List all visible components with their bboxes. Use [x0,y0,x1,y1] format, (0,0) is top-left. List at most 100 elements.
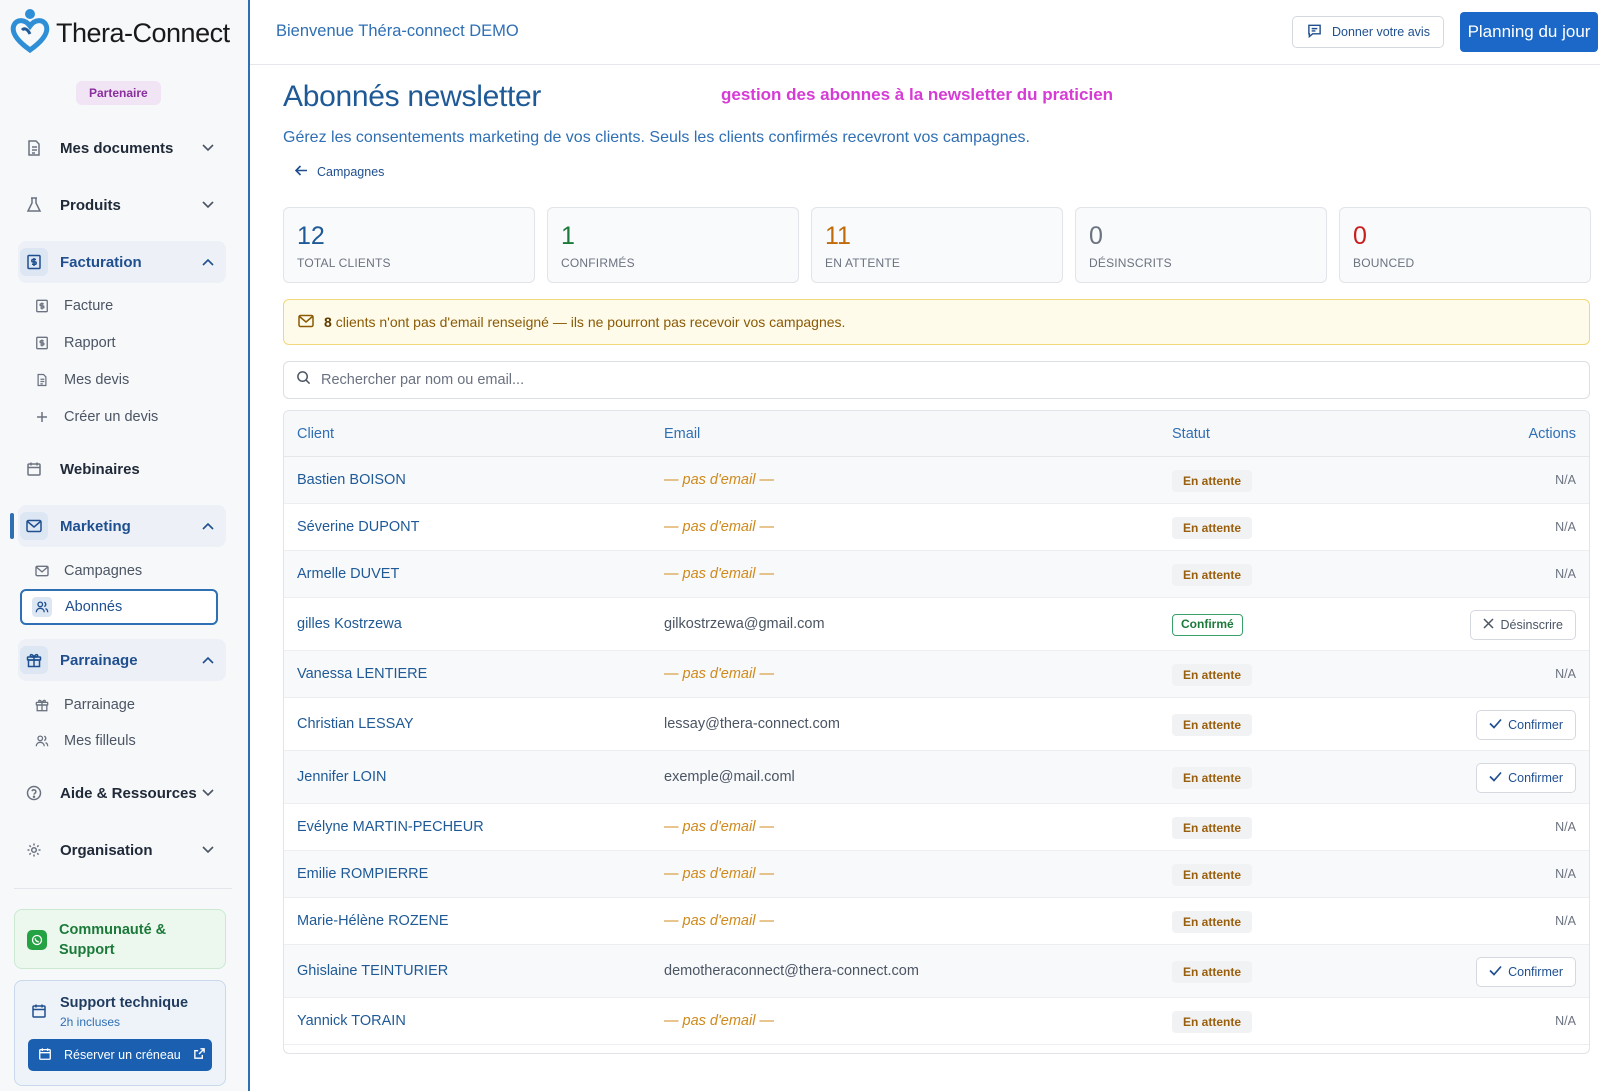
sidebar-subitem-creer-devis[interactable]: Créer un devis [28,400,218,434]
message-icon [1307,23,1322,41]
sidebar: Thera-Connect Partenaire Mes documents P… [0,0,250,1091]
status-badge: En attente [1172,663,1253,686]
search-input[interactable] [321,372,1521,388]
back-to-campaigns-link[interactable]: Campagnes [294,165,384,179]
stat-value: 12 [297,222,325,250]
status-badge: En attente [1172,469,1253,492]
top-bar: Bienvenue Théra-connect DEMO Donner votr… [250,0,1600,65]
mail-icon [20,512,48,540]
page-title: Abonnés newsletter [283,80,542,113]
sidebar-item-label: Aide & Ressources [60,784,197,802]
sidebar-subitem-mes-filleuls[interactable]: Mes filleuls [28,724,218,758]
document-icon [33,371,51,389]
chevron-down-icon [198,195,218,215]
feedback-label: Donner votre avis [1332,25,1430,39]
community-support-card[interactable]: Communauté & Support [14,909,226,969]
sidebar-subitem-parrainage[interactable]: Parrainage [28,688,218,722]
stat-label: EN ATTENTE [825,256,901,270]
sidebar-item-aide-ressources[interactable]: Aide & Ressources [18,772,226,814]
sidebar-item-webinaires[interactable]: Webinaires [18,448,226,490]
sidebar-subitem-label: Mes devis [64,372,130,388]
table-row: Christian LESSAY lessay@thera-connect.com… [284,698,1589,751]
stat-bounced: 0 BOUNCED [1339,207,1591,283]
sidebar-item-mes-documents[interactable]: Mes documents [18,127,226,169]
sidebar-item-label: Organisation [60,841,153,859]
sidebar-item-label: Mes documents [60,139,174,157]
external-link-icon [193,1047,206,1063]
column-header-email[interactable]: Email [664,426,700,442]
client-name[interactable]: Vanessa LENTIERE [297,666,427,682]
client-name[interactable]: Marie-Hélène ROZENE [297,913,449,929]
action-na: N/A [1555,472,1576,487]
arrow-left-icon [294,165,308,179]
client-name[interactable]: Evélyne MARTIN-PECHEUR [297,819,484,835]
support-title: Support technique [60,995,189,1011]
sidebar-item-label: Marketing [60,517,131,535]
invoice-icon [33,297,51,315]
stat-label: CONFIRMÉS [561,256,635,270]
check-icon [1489,965,1502,979]
reserve-slot-label: Réserver un créneau [64,1048,181,1062]
planning-button[interactable]: Planning du jour [1460,12,1598,52]
sidebar-subitem-campagnes[interactable]: Campagnes [28,554,218,588]
logo-text: Thera-Connect [56,17,230,48]
app-logo[interactable]: Thera-Connect [10,8,230,56]
search-icon [296,370,311,390]
table-row: Yannick TORAIN — pas d'email — En attente N… [284,998,1589,1045]
client-name[interactable]: gilles Kostrzewa [297,616,402,632]
search-box[interactable] [283,361,1590,399]
column-header-status[interactable]: Statut [1172,426,1210,442]
sidebar-item-parrainage[interactable]: Parrainage [18,639,226,681]
confirm-button[interactable]: Confirmer [1476,956,1576,987]
client-name[interactable]: Jennifer LOIN [297,769,386,785]
column-header-client[interactable]: Client [297,426,334,442]
sidebar-subitem-facture[interactable]: Facture [28,289,218,323]
client-name[interactable]: Ghislaine TEINTURIER [297,963,448,979]
stat-label: BOUNCED [1353,256,1415,270]
action-label: Désinscrire [1500,617,1563,632]
stat-label: DÉSINSCRITS [1089,256,1172,270]
client-email: — pas d'email — [664,865,774,882]
client-name[interactable]: Emilie ROMPIERRE [297,866,428,882]
gift-icon [20,646,48,674]
table-row: gilles Kostrzewa gilkostrzewa@gmail.com Co… [284,598,1589,651]
feedback-button[interactable]: Donner votre avis [1292,16,1444,48]
client-name[interactable]: Yannick TORAIN [297,1013,406,1029]
sidebar-subitem-mes-devis[interactable]: Mes devis [28,363,218,397]
column-header-actions: Actions [1528,426,1576,442]
sidebar-item-produits[interactable]: Produits [18,184,226,226]
sidebar-item-label: Produits [60,196,121,214]
chevron-down-icon [198,840,218,860]
unsubscribe-button[interactable]: Désinscrire [1470,609,1576,640]
sidebar-subitem-rapport[interactable]: Rapport [28,326,218,360]
action-na: N/A [1555,819,1576,834]
table-row: Vanessa LENTIERE — pas d'email — En attent… [284,651,1589,698]
status-badge: En attente [1172,713,1253,736]
sidebar-subitem-abonnes[interactable]: Abonnés [20,589,218,625]
check-icon [1489,771,1502,785]
sidebar-item-organisation[interactable]: Organisation [18,829,226,871]
sidebar-item-marketing[interactable]: Marketing [10,505,226,547]
calendar-icon [38,1047,52,1064]
support-card: Support technique 2h incluses Réserver u… [14,980,226,1086]
confirm-button[interactable]: Confirmer [1476,709,1576,740]
mail-icon [33,562,51,580]
status-badge: En attente [1172,516,1253,539]
stat-value: 1 [561,222,575,250]
client-email: — pas d'email — [664,471,774,488]
status-badge: En attente [1172,816,1253,839]
client-name[interactable]: Armelle DUVET [297,566,399,582]
client-email: gilkostrzewa@gmail.com [664,615,825,632]
status-badge: Confirmé [1172,613,1243,636]
client-email: exemple@mail.coml [664,768,795,785]
client-name[interactable]: Christian LESSAY [297,716,414,732]
sidebar-item-facturation[interactable]: Facturation [18,241,226,283]
status-badge: En attente [1172,766,1253,789]
confirm-button[interactable]: Confirmer [1476,762,1576,793]
client-name[interactable]: Séverine DUPONT [297,519,419,535]
action-na: N/A [1555,519,1576,534]
table-row: Jennifer LOIN exemple@mail.coml En attente… [284,751,1589,804]
table-row: Bastien BOISON — pas d'email — En attente N… [284,457,1589,504]
client-name[interactable]: Bastien BOISON [297,472,406,488]
reserve-slot-button[interactable]: Réserver un créneau [28,1039,212,1071]
